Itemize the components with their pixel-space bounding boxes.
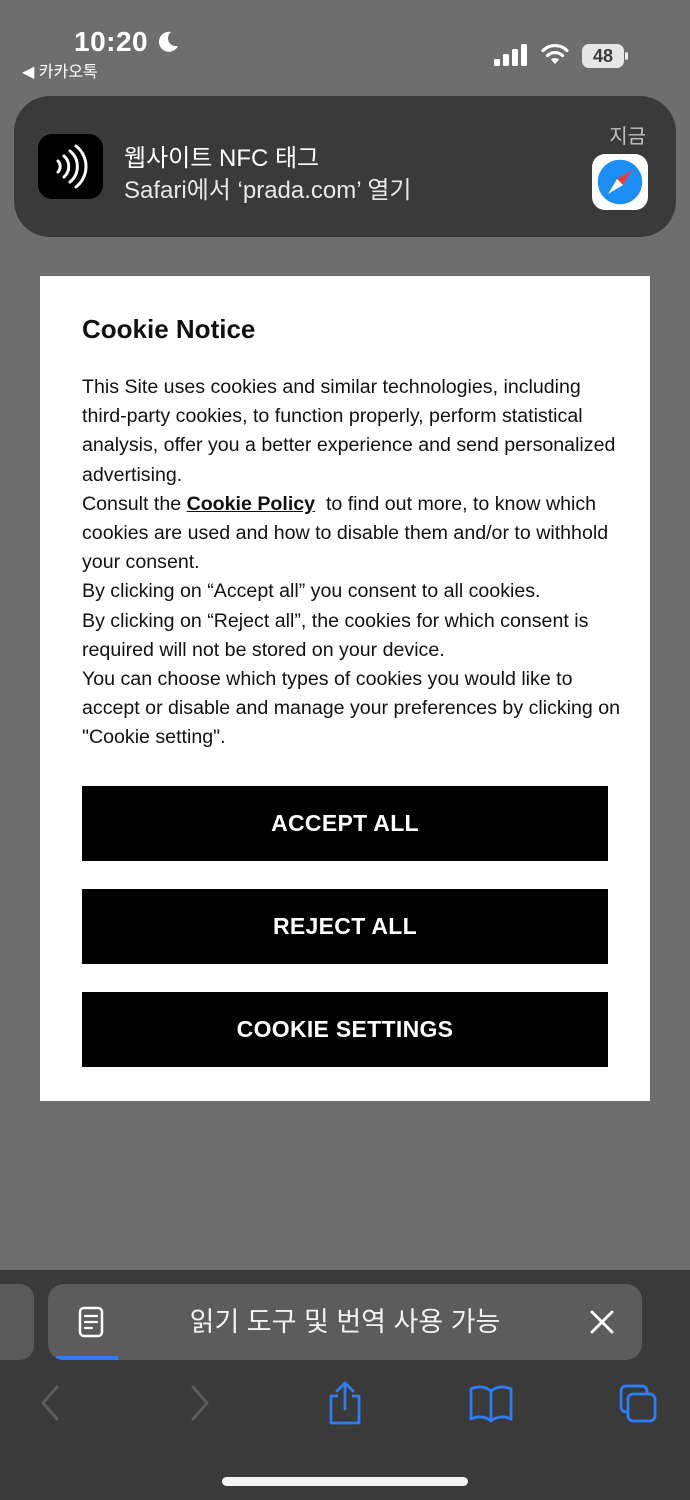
- status-time: 10:20: [74, 26, 149, 57]
- accept-all-button[interactable]: ACCEPT ALL: [82, 786, 608, 861]
- reject-all-button[interactable]: REJECT ALL: [82, 889, 608, 964]
- cookie-paragraph-3: By clicking on “Accept all” you consent …: [82, 580, 541, 603]
- previous-tab-edge[interactable]: [0, 1284, 34, 1360]
- moon-icon: [158, 31, 178, 52]
- share-icon[interactable]: [326, 1380, 364, 1426]
- notification-time: 지금: [609, 126, 646, 148]
- cookie-settings-button[interactable]: COOKIE SETTINGS: [82, 992, 608, 1067]
- reader-availability-text: 읽기 도구 및 번역 사용 가능: [189, 1307, 501, 1337]
- page-load-progress: [56, 1356, 118, 1360]
- safari-icon: [592, 154, 648, 210]
- cookie-notice-text: This Site uses cookies and similar techn…: [82, 373, 627, 753]
- cookie-notice-dialog: Cookie Notice This Site uses cookies and…: [40, 276, 650, 1101]
- back-icon[interactable]: [38, 1380, 62, 1426]
- battery-level: 48: [592, 46, 614, 66]
- back-to-app-link[interactable]: ◀ 카카오톡: [22, 58, 98, 82]
- cookie-paragraph-1: This Site uses cookies and similar techn…: [82, 376, 616, 486]
- cookie-paragraph-2: Consult the Cookie Policy to find out mo…: [82, 490, 627, 578]
- cookie-paragraph-4: By clicking on “Reject all”, the cookies…: [82, 609, 589, 661]
- cookie-notice-title: Cookie Notice: [82, 314, 256, 344]
- forward-icon[interactable]: [188, 1380, 212, 1426]
- notification-body: Safari에서 ‘prada.com’ 열기: [124, 177, 412, 204]
- cookie-policy-link[interactable]: Cookie Policy: [187, 493, 316, 515]
- tabs-icon[interactable]: [618, 1380, 658, 1426]
- signal-icon: [494, 44, 527, 66]
- nfc-icon: [38, 134, 103, 199]
- address-bar[interactable]: 읽기 도구 및 번역 사용 가능: [48, 1284, 642, 1360]
- reader-icon[interactable]: [78, 1306, 104, 1338]
- wifi-icon: [541, 43, 569, 64]
- cookie-paragraph-2-pre: Consult the: [82, 492, 187, 515]
- nfc-notification[interactable]: 웹사이트 NFC 태그 Safari에서 ‘prada.com’ 열기 지금: [14, 96, 676, 237]
- close-icon[interactable]: [588, 1308, 616, 1336]
- notification-title: 웹사이트 NFC 태그: [124, 145, 320, 172]
- bookmarks-icon[interactable]: [468, 1380, 514, 1426]
- cookie-paragraph-5: You can choose which types of cookies yo…: [82, 668, 621, 749]
- home-indicator[interactable]: [222, 1477, 468, 1486]
